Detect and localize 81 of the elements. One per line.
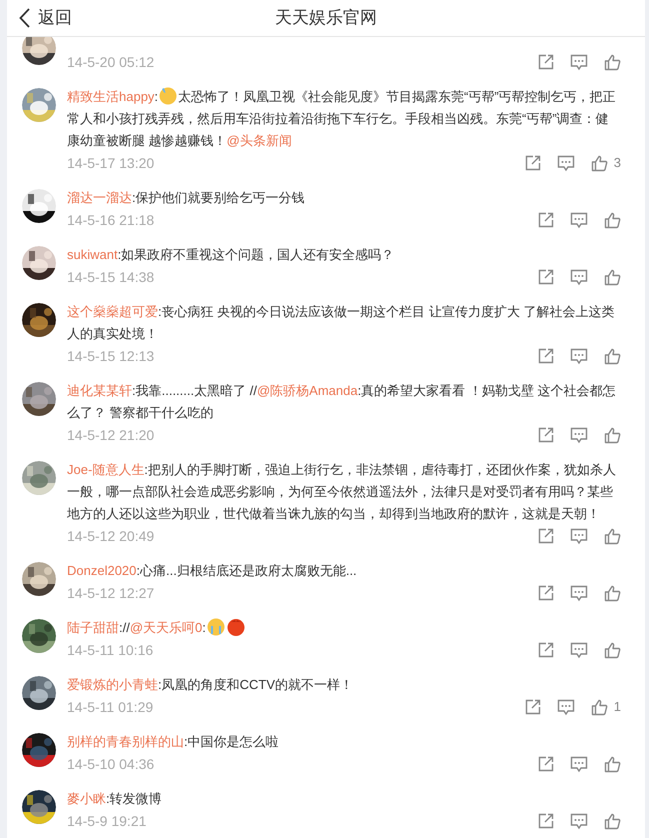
comment-icon[interactable] xyxy=(570,268,588,286)
comment-icon[interactable] xyxy=(570,426,588,444)
comment-icon[interactable] xyxy=(570,642,588,658)
comment-icon[interactable] xyxy=(570,212,588,228)
username-link[interactable]: 精致生活happy xyxy=(67,89,154,104)
share-icon[interactable] xyxy=(538,813,554,829)
thumbs-up-icon[interactable] xyxy=(604,212,621,228)
share-icon[interactable] xyxy=(538,756,554,772)
comment-text: 精致生活happy: 太恐怖了！凤凰卫视《社会能见度》节目揭露东莞“丐帮”丐帮控制乞丐，把正常人和小孩打残弄残，然后用车沿街拉着沿街拖下车行乞。手段相当凶残。东莞“丐帮”调查：健康幼童被断腿 越惨越赚钱！@头条新闻 xyxy=(67,86,617,150)
comment-text: 麥小眯:转发微博 xyxy=(67,790,163,808)
comment-text: 溜达一溜达:保护他们就要别给乞丐一分钱 xyxy=(67,189,306,207)
username-link[interactable]: Joe-随意人生 xyxy=(67,462,144,477)
comment-text: 迪化某某轩:我靠.........太黑暗了 //@陈骄杨Amanda:真的希望大家看看 ！妈勒戈壁 这个社会都怎么了？ 警察都干什么吃的 xyxy=(67,382,616,422)
username-link[interactable]: sukiwant xyxy=(67,247,118,262)
share-icon[interactable] xyxy=(538,585,554,601)
share-icon[interactable] xyxy=(524,699,541,715)
page-title: 天天娱乐官网 xyxy=(275,7,377,30)
comment-time: 14-5-12 20:49 xyxy=(67,526,154,546)
username-link[interactable]: 溜达一溜达 xyxy=(67,190,132,205)
comment-icon[interactable] xyxy=(570,584,588,602)
username-link[interactable]: Donzel2020 xyxy=(67,563,136,578)
username-link[interactable]: 麥小眯 xyxy=(67,791,106,806)
sweat-emoji-icon xyxy=(159,87,178,105)
thumbs-up-icon[interactable] xyxy=(604,426,621,444)
thumbs-up-icon[interactable] xyxy=(590,698,608,716)
comment-icon[interactable] xyxy=(570,54,588,70)
thumbs-up-icon[interactable] xyxy=(604,268,621,286)
username-link[interactable]: 别样的青春别样的山 xyxy=(67,734,184,749)
mention-link[interactable]: @陈骄杨Amanda xyxy=(256,383,358,398)
share-icon[interactable] xyxy=(538,427,554,443)
comment-time: 14-5-9 19:21 xyxy=(67,812,146,830)
thumbs-up-icon[interactable] xyxy=(604,54,621,70)
comment-time: 14-5-12 21:20 xyxy=(67,426,154,444)
comment-time: 14-5-15 14:38 xyxy=(67,268,154,286)
crying-emoji-icon xyxy=(206,618,225,636)
thumbs-up-icon[interactable] xyxy=(590,154,608,172)
username-link[interactable]: 迪化某某轩 xyxy=(67,383,132,398)
comment-text: 别样的青春别样的山:中国你是怎么啦 xyxy=(67,733,280,751)
comment-text: 爱锻炼的小青蛙:凤凰的角度和CCTV的就不一样！ xyxy=(67,676,354,694)
comment-text: sukiwant:如果政府不重视这个问题，国人还有安全感吗？ xyxy=(67,246,396,264)
thumbs-up-icon[interactable] xyxy=(604,528,621,544)
comment-time: 14-5-17 13:20 xyxy=(67,154,154,172)
mention-link[interactable]: @天天乐呵0 xyxy=(130,620,202,635)
username-link[interactable]: 陆子甜甜 xyxy=(67,620,119,635)
comment-text: 这个燊燊超可爱:丧心病狂 央视的今日说法应该做一期这个栏目 让宣传力度扩大 了解社会上这类人的真实处境！ xyxy=(67,303,616,343)
thumbs-up-icon[interactable] xyxy=(604,812,621,830)
share-icon[interactable] xyxy=(538,528,554,544)
comment-time: 14-5-16 21:18 xyxy=(67,210,154,230)
like-count: 1 xyxy=(614,698,621,716)
comment-icon[interactable] xyxy=(556,698,575,716)
comment-icon[interactable] xyxy=(570,756,588,772)
share-icon[interactable] xyxy=(538,348,554,364)
angry-emoji-icon xyxy=(226,618,245,636)
comment-text: Joe-随意人生:把别人的手脚打断，强迫上街行乞，非法禁锢，虐待毒打，还团伙作案，犹如杀人一般，哪一点部队社会造成恶劣影响，为何至今依然逍遥法外，法律只是对受罚者有用吗？某些地方的人还以这些为职业，世代做着当诛九族的勾当，却得到当地政府的默许，这就是天朝！ xyxy=(67,461,617,523)
thumbs-up-icon[interactable] xyxy=(604,642,621,658)
comment-icon[interactable] xyxy=(570,528,588,544)
like-count: 3 xyxy=(614,154,621,172)
back-chevron-icon xyxy=(19,8,30,28)
comment-time: 14-5-11 10:16 xyxy=(67,640,154,660)
username-link[interactable]: 这个燊燊超可爱 xyxy=(67,304,158,319)
username-link[interactable]: 爱锻炼的小青蛙 xyxy=(67,677,158,692)
share-icon[interactable] xyxy=(538,212,554,228)
share-icon[interactable] xyxy=(524,155,541,171)
share-icon[interactable] xyxy=(538,54,554,70)
mention-link[interactable]: @头条新闻 xyxy=(226,133,292,148)
comment-time: 14-5-15 12:13 xyxy=(67,346,154,366)
comment-text: Donzel2020:心痛...归根结底还是政府太腐败无能... xyxy=(67,562,358,580)
comment-icon[interactable] xyxy=(556,154,575,172)
comment-icon[interactable] xyxy=(570,812,588,830)
comment-time: 14-5-11 01:29 xyxy=(67,698,154,716)
back-button[interactable]: 返回 xyxy=(19,5,72,31)
share-icon[interactable] xyxy=(538,642,554,658)
comment-text: 陆子甜甜://@天天乐呵0: xyxy=(67,617,621,639)
thumbs-up-icon[interactable] xyxy=(604,348,621,364)
comment-time: 14-5-10 04:36 xyxy=(67,754,154,774)
share-icon[interactable] xyxy=(538,269,554,285)
thumbs-up-icon[interactable] xyxy=(604,584,621,602)
comment-icon[interactable] xyxy=(570,348,588,364)
comment-time: 14-5-20 05:12 xyxy=(67,52,154,72)
thumbs-up-icon[interactable] xyxy=(604,756,621,772)
comment-time: 14-5-12 12:27 xyxy=(67,584,154,602)
